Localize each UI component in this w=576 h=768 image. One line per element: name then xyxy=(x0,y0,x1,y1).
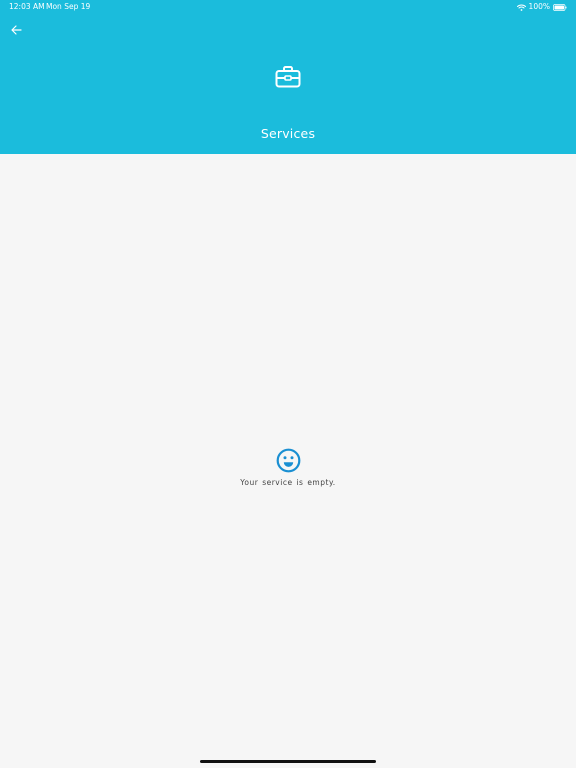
briefcase-icon xyxy=(275,66,301,88)
wifi-icon xyxy=(516,4,529,11)
battery-icon xyxy=(553,3,567,11)
empty-state: Your service is empty. xyxy=(0,448,576,488)
arrow-left-icon xyxy=(10,25,22,35)
home-indicator[interactable] xyxy=(200,760,376,763)
page-title: Services xyxy=(260,126,316,141)
header-bar: 12:03 AM Mon Sep 19 100% Services xyxy=(0,0,576,154)
status-bar: 12:03 AM Mon Sep 19 100% xyxy=(0,0,576,14)
smile-icon xyxy=(276,448,301,473)
empty-message: Your service is empty. xyxy=(240,478,336,487)
back-button[interactable] xyxy=(6,22,26,38)
status-time: 12:03 AM xyxy=(9,2,45,11)
status-date: Mon Sep 19 xyxy=(46,2,91,11)
battery-percent: 100% xyxy=(528,2,550,11)
status-indicators: 100% xyxy=(516,0,567,14)
